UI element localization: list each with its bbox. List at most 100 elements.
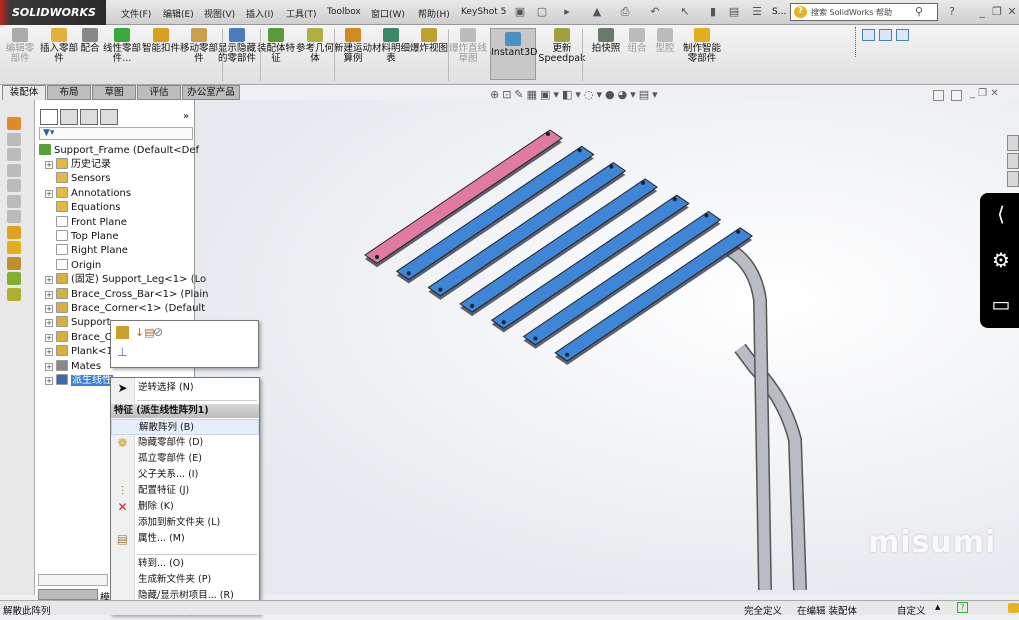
expand-toggle[interactable]: + (45, 161, 53, 169)
tree-item[interactable]: +Top Plane (45, 230, 118, 244)
task-pane-library-tab[interactable] (1007, 153, 1019, 169)
tree-item[interactable]: +Equations (45, 201, 121, 215)
menu-item[interactable]: 帮助(H) (418, 7, 450, 20)
menu-item[interactable]: 工具(T) (286, 7, 317, 20)
rollback-icon[interactable]: ↓▤ (135, 326, 155, 339)
restore-icon[interactable]: ❐ (990, 5, 1004, 19)
tree-item[interactable]: + Brace_C (45, 330, 112, 345)
ribbon-button[interactable]: 新建运动算例 (334, 28, 372, 64)
context-menu-item[interactable]: ▤ 属性... (M) (111, 531, 259, 547)
tree-filter[interactable]: ▼▾ (39, 127, 193, 140)
ribbon-button[interactable]: 爆炸视图 (410, 28, 448, 54)
ribbon-button[interactable]: 移动零部件 (180, 28, 218, 64)
monitor-icon[interactable]: ▭ (990, 293, 1012, 315)
minimize-icon[interactable]: _ (975, 5, 989, 19)
tree-item[interactable]: + Mates (45, 359, 101, 374)
assembly-tool-icon[interactable] (7, 163, 21, 177)
settings-icon[interactable]: ⚙ (990, 249, 1012, 271)
tree-item[interactable]: + Plank<1 (45, 345, 113, 359)
ribbon-button[interactable]: 材料明细表 (372, 28, 410, 64)
help-menu-icon[interactable]: ? (945, 5, 959, 19)
search-icon[interactable]: ⚲ (912, 5, 926, 19)
save-icon[interactable]: ▣ (513, 5, 527, 19)
context-menu-item[interactable]: 生成新文件夹 (P) (111, 572, 259, 588)
view-tool-icon[interactable] (896, 29, 909, 41)
tab[interactable]: 布局 (47, 85, 91, 100)
graphics-area[interactable] (195, 100, 1019, 595)
expand-toggle[interactable]: + (45, 319, 53, 328)
open-icon[interactable]: ▸ (560, 5, 574, 19)
close-icon[interactable]: ✕ (1005, 5, 1019, 19)
tree-item[interactable]: +Sensors (45, 172, 111, 186)
display-manager-tab[interactable] (100, 109, 118, 125)
undo-icon[interactable]: ↶ (648, 5, 662, 19)
expand-toggle[interactable]: + (45, 189, 53, 198)
view-minimize-icon[interactable]: _ ❐ ✕ (970, 88, 999, 99)
expand-toggle[interactable]: + (45, 305, 53, 313)
tab[interactable]: 装配体 (2, 85, 46, 100)
menu-item[interactable]: 文件(F) (121, 7, 151, 20)
assembly-tool-icon[interactable] (7, 132, 21, 146)
assembly-tool-icon[interactable] (7, 241, 21, 254)
ribbon-button[interactable]: 智能扣件 (142, 28, 180, 54)
ribbon-button[interactable]: 装配体特征 (256, 28, 296, 64)
task-pane-explorer-tab[interactable] (1007, 171, 1019, 187)
context-menu-item[interactable]: 解散阵列 (B) (111, 419, 259, 435)
menu-item[interactable]: KeyShot 5 (461, 7, 506, 17)
ribbon-button[interactable]: 型腔 (652, 28, 678, 54)
assembly-tool-icon[interactable] (7, 256, 21, 270)
context-menu-item[interactable]: ⫶ 配置特征 (J) (111, 483, 259, 499)
mate-icon[interactable]: ⊘ (153, 325, 163, 339)
ribbon-button[interactable]: 组合 (625, 28, 649, 54)
select-icon[interactable]: ↖ (678, 5, 692, 19)
menu-item[interactable]: 编辑(E) (163, 7, 194, 20)
expand-toggle[interactable]: + (45, 290, 53, 299)
share-icon[interactable]: ⟨ (990, 203, 1012, 225)
tree-scrollbar[interactable] (38, 574, 108, 586)
menu-item[interactable]: 视图(V) (204, 7, 235, 20)
ribbon-button[interactable]: 显示隐藏的零部件 (218, 28, 256, 64)
assembly-tool-icon[interactable] (7, 117, 21, 130)
property-manager-tab[interactable] (60, 109, 78, 125)
tree-item[interactable]: +Front Plane (45, 215, 127, 230)
ribbon-button[interactable]: 线性零部件... (102, 28, 142, 64)
assembly-tool-icon[interactable] (7, 210, 21, 223)
menu-item[interactable]: 窗口(W) (371, 7, 405, 20)
origin-icon[interactable]: ⊥ (117, 345, 127, 359)
units-dropdown-icon[interactable]: ▲ (935, 603, 940, 611)
expand-toggle[interactable]: + (45, 362, 53, 371)
heads-up-view-toolbar[interactable]: ⊕⊡✎▦▣▾◧▾◌▾●◕▾▤▾ (490, 88, 661, 104)
more-toolbar-label[interactable]: S... (772, 7, 786, 17)
ribbon-button[interactable]: 更新Speedpak (538, 28, 586, 64)
tree-item[interactable]: + (固定) Support_Leg<1> (Lo (45, 273, 206, 287)
context-menu-item[interactable]: 孤立零部件 (E) (111, 451, 259, 467)
options-icon[interactable]: ▤ (727, 5, 741, 19)
expand-toggle[interactable]: + (45, 333, 53, 342)
rebuild-icon[interactable]: ▲ (590, 5, 604, 19)
assembly-tool-icon[interactable] (7, 179, 21, 192)
tree-item[interactable]: + Brace_Corner<1> (Default (45, 302, 205, 316)
assembly-tool-icon[interactable] (7, 287, 21, 301)
expand-toggle[interactable]: + (45, 348, 53, 357)
tree-item[interactable]: + 历史记录 (45, 158, 111, 172)
view-tool-icon[interactable] (879, 29, 892, 41)
traffic-light-icon[interactable]: ▮ (706, 5, 720, 19)
context-menu-item[interactable]: ✕ 删除 (K) (111, 499, 259, 515)
ribbon-button[interactable]: 编辑零部件 (2, 28, 38, 64)
list-icon[interactable]: ☰ (750, 5, 764, 19)
tab[interactable]: 草图 (92, 85, 136, 100)
ribbon-button[interactable]: 插入零部件 (40, 28, 78, 64)
assembly-tool-icon[interactable] (7, 272, 21, 285)
ribbon-button[interactable]: 制作智能零部件 (680, 28, 724, 64)
assembly-tool-icon[interactable] (7, 225, 21, 239)
feature-manager-tab[interactable] (40, 109, 58, 125)
tab[interactable]: 办公室产品 (182, 85, 240, 100)
tab[interactable]: 评估 (137, 85, 181, 100)
tree-item[interactable]: + Brace_Cross_Bar<1> (Plain (45, 287, 209, 302)
configuration-manager-tab[interactable] (80, 109, 98, 125)
tree-item[interactable]: + Annotations (45, 186, 131, 201)
menu-invert-selection[interactable]: ➤ 逆转选择 (N) (111, 380, 259, 396)
solidworks-logo[interactable]: SOLIDWORKS (0, 0, 106, 25)
new-icon[interactable]: ▢ (535, 5, 549, 19)
expand-toggle[interactable]: + (45, 276, 53, 285)
